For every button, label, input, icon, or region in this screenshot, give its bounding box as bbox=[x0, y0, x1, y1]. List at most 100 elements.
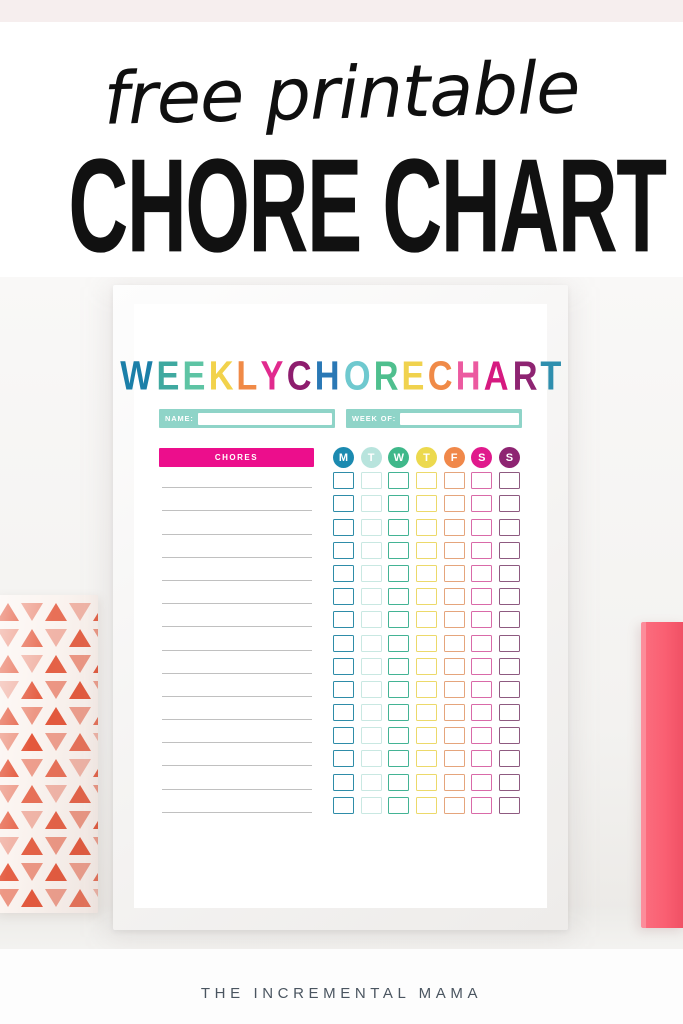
checkbox-friday[interactable] bbox=[443, 680, 465, 698]
checkbox-thursday[interactable] bbox=[415, 518, 437, 536]
checkbox-wednesday[interactable] bbox=[388, 564, 410, 582]
chore-write-in-line[interactable] bbox=[159, 609, 314, 630]
checkbox-sunday[interactable] bbox=[498, 588, 520, 606]
checkbox-tuesday[interactable] bbox=[360, 773, 382, 791]
checkbox-saturday[interactable] bbox=[471, 657, 493, 675]
checkbox-sunday[interactable] bbox=[498, 657, 520, 675]
checkbox-friday[interactable] bbox=[443, 750, 465, 768]
chore-write-in-line[interactable] bbox=[159, 679, 314, 700]
checkbox-monday[interactable] bbox=[333, 750, 354, 768]
checkbox-monday[interactable] bbox=[333, 541, 354, 559]
checkbox-saturday[interactable] bbox=[471, 472, 493, 490]
checkbox-tuesday[interactable] bbox=[360, 541, 382, 559]
checkbox-sunday[interactable] bbox=[498, 750, 520, 768]
checkbox-saturday[interactable] bbox=[471, 495, 493, 513]
checkbox-thursday[interactable] bbox=[415, 472, 437, 490]
checkbox-monday[interactable] bbox=[333, 588, 354, 606]
checkbox-wednesday[interactable] bbox=[388, 704, 410, 722]
checkbox-thursday[interactable] bbox=[415, 704, 437, 722]
chore-write-in-line[interactable] bbox=[159, 470, 314, 491]
checkbox-monday[interactable] bbox=[333, 680, 354, 698]
checkbox-friday[interactable] bbox=[443, 657, 465, 675]
checkbox-saturday[interactable] bbox=[471, 541, 493, 559]
checkbox-tuesday[interactable] bbox=[360, 657, 382, 675]
chore-write-in-line[interactable] bbox=[159, 563, 314, 584]
checkbox-thursday[interactable] bbox=[415, 727, 437, 745]
checkbox-tuesday[interactable] bbox=[360, 495, 382, 513]
checkbox-friday[interactable] bbox=[443, 634, 465, 652]
checkbox-friday[interactable] bbox=[443, 588, 465, 606]
chore-write-in-line[interactable] bbox=[159, 725, 314, 746]
chore-write-in-line[interactable] bbox=[159, 517, 314, 538]
field-write-in-area[interactable] bbox=[400, 412, 519, 425]
checkbox-sunday[interactable] bbox=[498, 472, 520, 490]
checkbox-tuesday[interactable] bbox=[360, 611, 382, 629]
checkbox-tuesday[interactable] bbox=[360, 680, 382, 698]
checkbox-friday[interactable] bbox=[443, 773, 465, 791]
checkbox-tuesday[interactable] bbox=[360, 727, 382, 745]
chore-write-in-line[interactable] bbox=[159, 586, 314, 607]
checkbox-thursday[interactable] bbox=[415, 495, 437, 513]
checkbox-saturday[interactable] bbox=[471, 796, 493, 814]
checkbox-sunday[interactable] bbox=[498, 564, 520, 582]
checkbox-friday[interactable] bbox=[443, 518, 465, 536]
checkbox-saturday[interactable] bbox=[471, 680, 493, 698]
checkbox-wednesday[interactable] bbox=[388, 727, 410, 745]
checkbox-saturday[interactable] bbox=[471, 611, 493, 629]
checkbox-tuesday[interactable] bbox=[360, 796, 382, 814]
checkbox-wednesday[interactable] bbox=[388, 541, 410, 559]
checkbox-friday[interactable] bbox=[443, 704, 465, 722]
checkbox-monday[interactable] bbox=[333, 611, 354, 629]
chore-write-in-line[interactable] bbox=[159, 493, 314, 514]
checkbox-saturday[interactable] bbox=[471, 518, 493, 536]
field-name[interactable]: NAME: bbox=[159, 409, 335, 428]
checkbox-friday[interactable] bbox=[443, 541, 465, 559]
checkbox-friday[interactable] bbox=[443, 472, 465, 490]
checkbox-thursday[interactable] bbox=[415, 634, 437, 652]
checkbox-sunday[interactable] bbox=[498, 518, 520, 536]
checkbox-wednesday[interactable] bbox=[388, 750, 410, 768]
checkbox-monday[interactable] bbox=[333, 495, 354, 513]
checkbox-monday[interactable] bbox=[333, 796, 354, 814]
checkbox-thursday[interactable] bbox=[415, 796, 437, 814]
checkbox-tuesday[interactable] bbox=[360, 588, 382, 606]
checkbox-sunday[interactable] bbox=[498, 796, 520, 814]
checkbox-friday[interactable] bbox=[443, 796, 465, 814]
checkbox-sunday[interactable] bbox=[498, 680, 520, 698]
checkbox-thursday[interactable] bbox=[415, 611, 437, 629]
checkbox-tuesday[interactable] bbox=[360, 704, 382, 722]
checkbox-friday[interactable] bbox=[443, 495, 465, 513]
checkbox-friday[interactable] bbox=[443, 564, 465, 582]
checkbox-monday[interactable] bbox=[333, 634, 354, 652]
field-write-in-area[interactable] bbox=[197, 412, 332, 425]
checkbox-monday[interactable] bbox=[333, 472, 354, 490]
checkbox-thursday[interactable] bbox=[415, 750, 437, 768]
checkbox-thursday[interactable] bbox=[415, 657, 437, 675]
checkbox-wednesday[interactable] bbox=[388, 518, 410, 536]
chore-write-in-line[interactable] bbox=[159, 633, 314, 654]
checkbox-wednesday[interactable] bbox=[388, 773, 410, 791]
checkbox-monday[interactable] bbox=[333, 727, 354, 745]
checkbox-friday[interactable] bbox=[443, 727, 465, 745]
checkbox-wednesday[interactable] bbox=[388, 796, 410, 814]
checkbox-tuesday[interactable] bbox=[360, 564, 382, 582]
checkbox-wednesday[interactable] bbox=[388, 634, 410, 652]
checkbox-tuesday[interactable] bbox=[360, 472, 382, 490]
checkbox-wednesday[interactable] bbox=[388, 657, 410, 675]
field-weekof[interactable]: WEEK OF: bbox=[346, 409, 522, 428]
checkbox-saturday[interactable] bbox=[471, 704, 493, 722]
checkbox-saturday[interactable] bbox=[471, 588, 493, 606]
checkbox-tuesday[interactable] bbox=[360, 634, 382, 652]
checkbox-saturday[interactable] bbox=[471, 634, 493, 652]
checkbox-monday[interactable] bbox=[333, 564, 354, 582]
checkbox-wednesday[interactable] bbox=[388, 472, 410, 490]
chore-write-in-line[interactable] bbox=[159, 772, 314, 793]
checkbox-thursday[interactable] bbox=[415, 588, 437, 606]
checkbox-saturday[interactable] bbox=[471, 773, 493, 791]
checkbox-sunday[interactable] bbox=[498, 541, 520, 559]
chore-write-in-line[interactable] bbox=[159, 748, 314, 769]
checkbox-sunday[interactable] bbox=[498, 704, 520, 722]
checkbox-sunday[interactable] bbox=[498, 773, 520, 791]
checkbox-saturday[interactable] bbox=[471, 750, 493, 768]
checkbox-tuesday[interactable] bbox=[360, 518, 382, 536]
